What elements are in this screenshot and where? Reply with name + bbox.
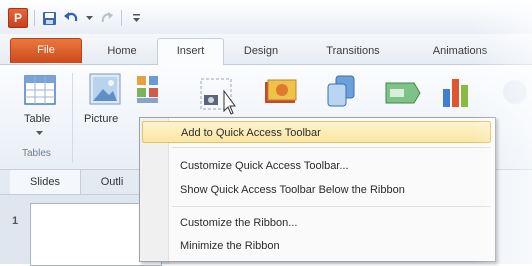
powerpoint-window: P File Home Insert Design Transitions An… <box>0 0 532 266</box>
toolbar-separator <box>34 10 35 26</box>
chart-button[interactable] <box>440 75 474 111</box>
shapes-button[interactable] <box>326 75 360 111</box>
title-bar: P <box>0 0 532 34</box>
picture-label: Picture <box>84 113 119 125</box>
hyperlink-icon <box>503 80 527 104</box>
powerpoint-app-icon[interactable]: P <box>8 8 28 28</box>
tab-design[interactable]: Design <box>225 39 297 64</box>
customize-dropdown-icon[interactable] <box>128 10 144 26</box>
undo-dropdown-icon[interactable] <box>85 10 93 26</box>
quick-access-toolbar: P <box>8 8 144 28</box>
group-separator <box>72 73 73 163</box>
tab-transitions[interactable]: Transitions <box>303 39 403 64</box>
tab-slides[interactable]: Slides <box>10 170 81 194</box>
menu-separator <box>172 206 490 207</box>
tab-home[interactable]: Home <box>90 39 154 64</box>
chart-icon <box>443 79 468 107</box>
save-icon[interactable] <box>41 10 57 26</box>
menu-item-show-qat-below[interactable]: Show Quick Access Toolbar Below the Ribb… <box>142 179 491 201</box>
toolbar-separator <box>121 10 122 26</box>
menu-item-customize-qat[interactable]: Customize Quick Access Toolbar... <box>142 155 491 177</box>
screenshot-icon <box>200 78 236 115</box>
undo-icon[interactable] <box>63 10 79 26</box>
context-menu: Add to Quick Access Toolbar Customize Qu… <box>139 117 496 262</box>
picture-button[interactable]: Picture <box>80 73 130 125</box>
tab-file[interactable]: File <box>10 38 82 63</box>
hyperlink-button[interactable] <box>500 77 532 127</box>
table-button[interactable]: Table <box>20 75 60 145</box>
photo-album-button[interactable] <box>264 79 300 109</box>
menu-item-add-to-qat[interactable]: Add to Quick Access Toolbar <box>142 121 491 143</box>
smartart-icon <box>385 82 421 104</box>
table-icon <box>24 75 56 105</box>
clip-art-icon <box>137 76 158 103</box>
menu-separator <box>172 147 490 148</box>
clip-art-button[interactable] <box>136 75 162 109</box>
tab-animations[interactable]: Animations <box>410 39 510 64</box>
picture-icon <box>89 73 121 105</box>
photo-album-icon <box>265 79 297 103</box>
screenshot-button[interactable] <box>198 77 238 117</box>
tab-insert[interactable]: Insert <box>157 38 224 66</box>
slide-number: 1 <box>12 215 19 227</box>
menu-item-minimize-ribbon[interactable]: Minimize the Ribbon <box>142 235 491 257</box>
shapes-icon <box>327 75 355 107</box>
tab-outline[interactable]: Outli <box>82 170 142 194</box>
table-label: Table <box>24 113 51 125</box>
redo-icon[interactable] <box>99 10 115 26</box>
group-label-tables: Tables <box>22 148 51 159</box>
menu-item-customize-ribbon[interactable]: Customize the Ribbon... <box>142 212 491 234</box>
table-dropdown-icon <box>36 131 43 135</box>
ribbon-tabs: File Home Insert Design Transitions Anim… <box>0 34 532 66</box>
smartart-button[interactable] <box>384 79 424 109</box>
